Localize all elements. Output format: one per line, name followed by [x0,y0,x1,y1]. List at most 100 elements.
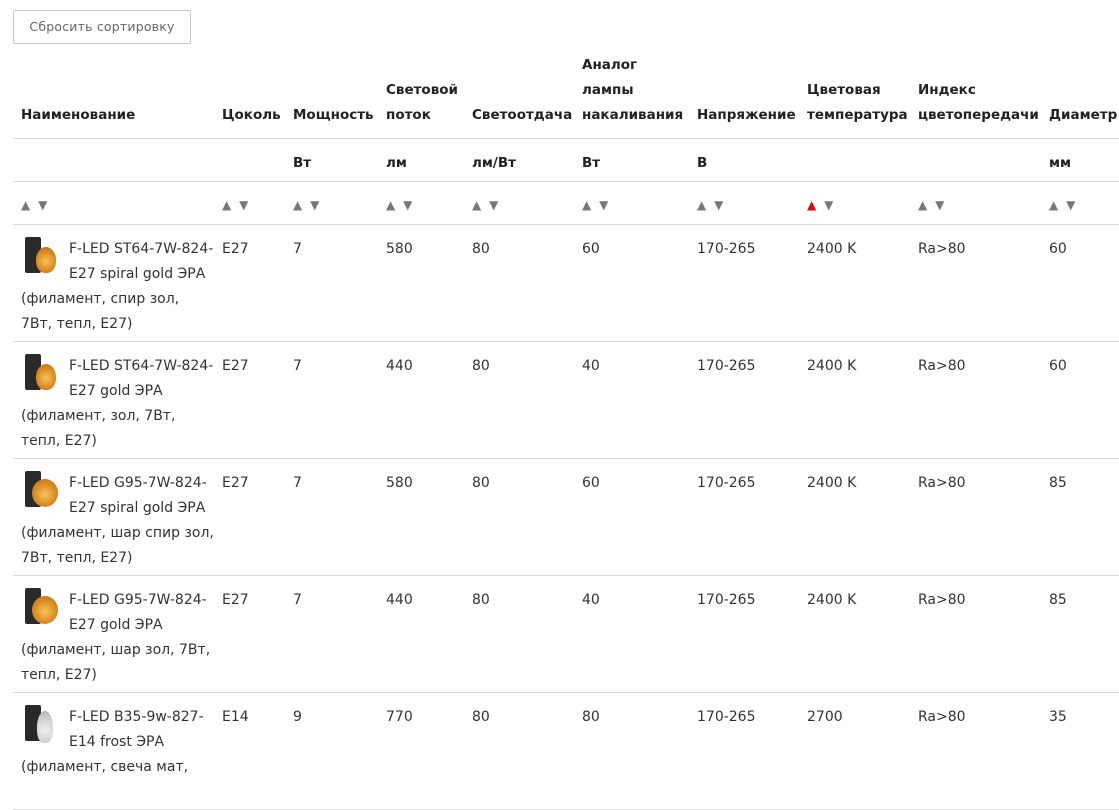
sort-arrows: ▲ ▼ [386,198,414,212]
sort-desc-icon[interactable]: ▼ [824,198,835,212]
col-header-name[interactable]: Наименование [13,53,214,139]
cell-diameter: 35 [1041,692,1119,810]
cell-analog: 40 [574,575,689,693]
unit-cri [910,138,1041,182]
cell-cri: Ra>80 [910,224,1041,342]
sort-asc-icon[interactable]: ▲ [21,198,32,212]
sort-asc-icon[interactable]: ▲ [918,198,929,212]
sort-arrows: ▲ ▼ [582,198,610,212]
sort-cell-voltage: ▲ ▼ [689,181,799,225]
sort-arrows: ▲ ▼ [472,198,500,212]
cell-cri: Ra>80 [910,458,1041,576]
cell-diameter: 85 [1041,458,1119,576]
cell-flux: 440 [378,575,464,693]
table-row[interactable]: F-LED ST64-7W-824-E27 spiral gold ЭРА (ф… [13,224,1119,342]
cell-analog: 60 [574,458,689,576]
sort-asc-icon[interactable]: ▲ [472,198,483,212]
sort-asc-icon[interactable]: ▲ [807,198,818,212]
cell-voltage: 170-265 [689,458,799,576]
sort-asc-icon[interactable]: ▲ [582,198,593,212]
sort-asc-icon[interactable]: ▲ [222,198,233,212]
sort-asc-icon[interactable]: ▲ [293,198,304,212]
cell-power: 7 [285,575,378,693]
lamp-st64-gold-icon[interactable] [21,354,61,394]
sort-desc-icon[interactable]: ▼ [310,198,321,212]
cell-diameter: 85 [1041,575,1119,693]
sort-cell-diameter: ▲ ▼ [1041,181,1119,225]
col-header-diameter[interactable]: Диаметр [1041,53,1119,139]
sort-arrows: ▲ ▼ [1049,198,1077,212]
table-row[interactable]: F-LED ST64-7W-824-E27 gold ЭРА (филамент… [13,341,1119,459]
cell-name: F-LED G95-7W-824-E27 spiral gold ЭРА (фи… [13,458,214,576]
unit-diameter: мм [1041,138,1119,182]
sort-desc-icon[interactable]: ▼ [38,198,49,212]
sort-cell-analog: ▲ ▼ [574,181,689,225]
cell-color-temp: 2700 [799,692,910,810]
cell-flux: 770 [378,692,464,810]
cell-diameter: 60 [1041,341,1119,459]
col-header-color-temp[interactable]: Цветовая температура [799,53,910,139]
cell-analog: 40 [574,341,689,459]
header-row: Наименование Цоколь Мощность Световой по… [13,53,1119,139]
sort-desc-icon[interactable]: ▼ [935,198,946,212]
sort-asc-icon[interactable]: ▲ [386,198,397,212]
cell-name: F-LED ST64-7W-824-E27 gold ЭРА (филамент… [13,341,214,459]
unit-name [13,138,214,182]
cell-power: 7 [285,224,378,342]
cell-cri: Ra>80 [910,692,1041,810]
cell-voltage: 170-265 [689,341,799,459]
sort-cell-flux: ▲ ▼ [378,181,464,225]
cell-cap: E27 [214,224,285,342]
col-header-voltage[interactable]: Напряжение [689,53,799,139]
table-row[interactable]: F-LED G95-7W-824-E27 gold ЭРА (филамент,… [13,575,1119,693]
cell-cap: E27 [214,458,285,576]
col-header-power[interactable]: Мощность [285,53,378,139]
cell-name: F-LED G95-7W-824-E27 gold ЭРА (филамент,… [13,575,214,693]
cell-cri: Ra>80 [910,341,1041,459]
cell-voltage: 170-265 [689,575,799,693]
col-header-cap[interactable]: Цоколь [214,53,285,139]
lamp-g95-spiral-icon[interactable] [21,471,61,511]
cell-voltage: 170-265 [689,224,799,342]
reset-sort-button[interactable]: Сбросить сортировку [13,10,191,44]
cell-color-temp: 2400 K [799,575,910,693]
cell-name: F-LED ST64-7W-824-E27 spiral gold ЭРА (ф… [13,224,214,342]
sort-desc-icon[interactable]: ▼ [1066,198,1077,212]
cell-flux: 580 [378,458,464,576]
sort-asc-icon[interactable]: ▲ [697,198,708,212]
cell-efficacy: 80 [464,224,574,342]
unit-voltage: В [689,138,799,182]
cell-power: 7 [285,458,378,576]
cell-flux: 440 [378,341,464,459]
sort-desc-icon[interactable]: ▼ [599,198,610,212]
sort-asc-icon[interactable]: ▲ [1049,198,1060,212]
sort-cell-cri: ▲ ▼ [910,181,1041,225]
lamp-st64-spiral-icon[interactable] [21,237,61,277]
cell-cap: E14 [214,692,285,810]
col-header-analog[interactable]: Аналог лампы накаливания [574,53,689,139]
cell-flux: 580 [378,224,464,342]
col-header-cri[interactable]: Индекс цветопередачи [910,53,1041,139]
col-header-efficacy[interactable]: Светоотдача [464,53,574,139]
col-header-flux[interactable]: Световой поток [378,53,464,139]
unit-flux: лм [378,138,464,182]
sort-arrows: ▲ ▼ [697,198,725,212]
sort-desc-icon[interactable]: ▼ [489,198,500,212]
sort-desc-icon[interactable]: ▼ [403,198,414,212]
cell-cap: E27 [214,341,285,459]
sort-desc-icon[interactable]: ▼ [239,198,250,212]
cell-analog: 80 [574,692,689,810]
cell-efficacy: 80 [464,341,574,459]
table-row[interactable]: F-LED B35-9w-827-E14 frost ЭРА (филамент… [13,692,1119,810]
sort-arrows: ▲ ▼ [918,198,946,212]
cell-analog: 60 [574,224,689,342]
lamp-b35-frost-icon[interactable] [21,705,61,745]
table-row[interactable]: F-LED G95-7W-824-E27 spiral gold ЭРА (фи… [13,458,1119,576]
cell-color-temp: 2400 K [799,224,910,342]
lamp-g95-gold-icon[interactable] [21,588,61,628]
unit-efficacy: лм/Вт [464,138,574,182]
sort-cell-color-temp: ▲ ▼ [799,181,910,225]
cell-color-temp: 2400 K [799,341,910,459]
sort-arrows: ▲ ▼ [21,198,49,212]
sort-desc-icon[interactable]: ▼ [714,198,725,212]
